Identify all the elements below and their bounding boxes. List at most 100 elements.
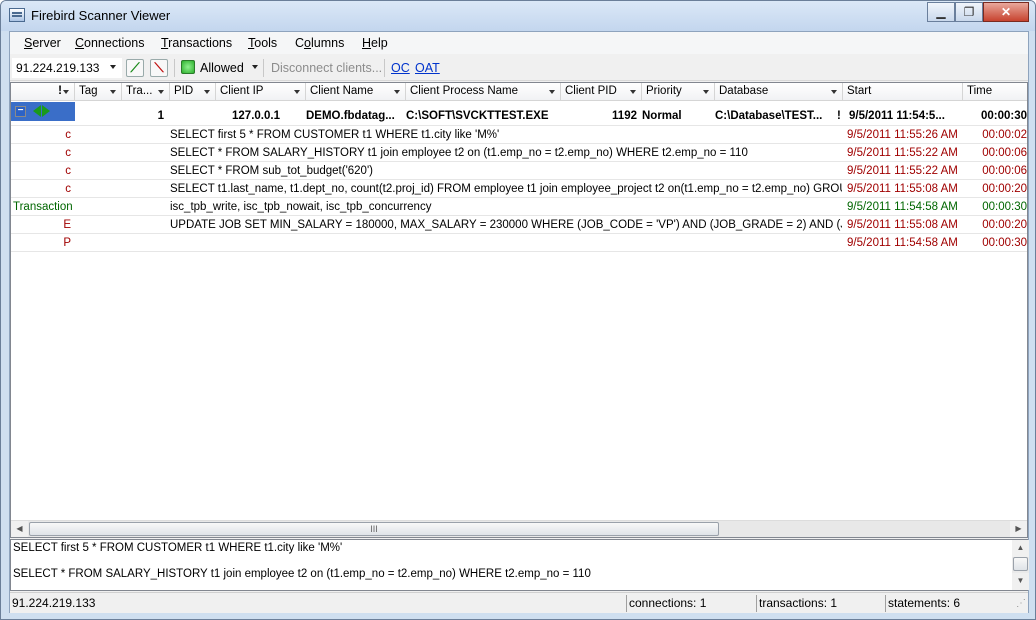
toolbar: 91.224.219.133 ⟋ ⟍ Allowed Disconnect cl… (10, 55, 1028, 81)
toolbar-separator (263, 59, 264, 77)
status-connections: connections: 1 (629, 596, 707, 610)
cell-time: 00:00:02 (982, 129, 1027, 141)
column-header-client-ip[interactable]: Client IP (216, 83, 306, 101)
column-header-time[interactable]: Time (963, 83, 1027, 101)
connections-grid[interactable]: ! Tag Tra... PID Client IP Client Name C… (10, 82, 1028, 538)
cell-sql: SELECT t1.last_name, t1.dept_no, count(t… (170, 183, 842, 195)
connect-icon[interactable]: ⟋ (126, 59, 144, 77)
cell-sql: SELECT first 5 * FROM CUSTOMER t1 WHERE … (170, 129, 500, 141)
allowed-label[interactable]: Allowed (200, 61, 244, 75)
cell-database: C:\Database\TEST... (715, 110, 823, 122)
status-server: 91.224.219.133 (12, 596, 96, 610)
menu-tools[interactable]: Tools (248, 36, 277, 50)
allowed-status-icon[interactable] (181, 60, 195, 74)
next-arrow-icon[interactable] (42, 105, 50, 117)
column-header-client-pid[interactable]: Client PID (561, 83, 642, 101)
toolbar-separator (174, 59, 175, 77)
cell-time: 00:00:30 (982, 237, 1027, 249)
prev-arrow-icon[interactable] (33, 105, 41, 117)
cell-start: 9/5/2011 11:55:22 AM (847, 165, 958, 177)
chevron-down-icon[interactable] (110, 65, 116, 69)
cell-client-ip: 127.0.0.1 (232, 110, 280, 122)
cell-time: 00:00:20 (982, 183, 1027, 195)
cell-time: 00:00:20 (982, 219, 1027, 231)
cell-start: 9/5/2011 11:55:26 AM (847, 129, 958, 141)
cell-tag: P (63, 237, 71, 249)
column-header-flag[interactable]: ! (11, 83, 75, 101)
cell-time: 00:00:30 (980, 110, 1027, 122)
column-header-client-name[interactable]: Client Name (306, 83, 406, 101)
oc-link[interactable]: OC (391, 61, 410, 75)
status-statements: statements: 6 (888, 596, 961, 610)
cell-client-name: DEMO.fbdatag... (306, 110, 395, 122)
cell-sql: SELECT * FROM sub_tot_budget('620') (170, 165, 373, 177)
cell-start: 9/5/2011 11:54:58 AM (847, 237, 958, 249)
cell-client-pid: 1192 (612, 110, 637, 122)
cell-tag: c (65, 129, 71, 141)
column-header-transaction[interactable]: Tra... (122, 83, 170, 101)
cell-tag: c (65, 183, 71, 195)
menu-server[interactable]: Server (24, 36, 61, 50)
column-header-client-process-name[interactable]: Client Process Name (406, 83, 561, 101)
sql-text-panel[interactable]: SELECT first 5 * FROM CUSTOMER t1 WHERE … (10, 539, 1029, 591)
cell-start: 9/5/2011 11:54:5... (849, 110, 945, 122)
column-header-tag[interactable]: Tag (75, 83, 122, 101)
scroll-left-icon[interactable]: ◀ (11, 521, 28, 537)
scroll-thumb[interactable]: III (29, 522, 719, 536)
menu-connections[interactable]: Connections (75, 36, 145, 50)
scroll-right-icon[interactable]: ▶ (1010, 521, 1027, 537)
cell-sql (170, 234, 842, 252)
cell-start: 9/5/2011 11:55:08 AM (847, 183, 958, 195)
disconnect-clients-button[interactable]: Disconnect clients... (271, 61, 382, 75)
cell-sql: SELECT * FROM SALARY_HISTORY t1 join emp… (170, 147, 748, 159)
column-header-start[interactable]: Start (843, 83, 963, 101)
cell-time: 00:00:06 (982, 147, 1027, 159)
resize-grip-icon[interactable]: ⋰ (1016, 598, 1026, 609)
cell-time: 00:00:30 (982, 201, 1027, 213)
toolbar-separator (384, 59, 385, 77)
column-header-priority[interactable]: Priority (642, 83, 715, 101)
cell-start: 9/5/2011 11:55:08 AM (847, 219, 958, 231)
cell-priority: Normal (642, 110, 682, 122)
status-bar: 91.224.219.133 connections: 1 transactio… (10, 592, 1028, 613)
allowed-dropdown-icon[interactable] (252, 65, 258, 69)
app-window: Firebird Scanner Viewer ▁ ❐ ✕ Server Con… (0, 0, 1036, 620)
menu-bar: Server Connections Transactions Tools Co… (10, 32, 1028, 54)
server-select[interactable]: 91.224.219.133 (12, 58, 122, 78)
cell-tag: E (63, 219, 71, 231)
maximize-button[interactable]: ❐ (955, 2, 983, 22)
collapse-icon[interactable]: − (15, 106, 26, 117)
cell-client-process: C:\SOFT\SVCKTTEST.EXE (406, 110, 549, 122)
cell-sql: isc_tpb_write, isc_tpb_nowait, isc_tpb_c… (170, 201, 432, 213)
menu-transactions[interactable]: Transactions (161, 36, 232, 50)
oat-link[interactable]: OAT (415, 61, 440, 75)
title-bar[interactable]: Firebird Scanner Viewer ▁ ❐ ✕ (1, 1, 1035, 31)
window-title: Firebird Scanner Viewer (31, 8, 171, 23)
close-button[interactable]: ✕ (983, 2, 1029, 22)
scroll-down-icon[interactable]: ▼ (1012, 573, 1029, 590)
cell-tag: c (65, 165, 71, 177)
scroll-thumb[interactable] (1013, 557, 1028, 571)
row-selection-highlight: − (11, 102, 75, 121)
sql-line: SELECT * FROM SALARY_HISTORY t1 join emp… (13, 568, 591, 580)
cell-sql: UPDATE JOB SET MIN_SALARY = 180000, MAX_… (170, 219, 842, 231)
cell-tag: c (65, 147, 71, 159)
cell-time: 00:00:06 (982, 165, 1027, 177)
scroll-up-icon[interactable]: ▲ (1012, 540, 1029, 557)
vertical-scrollbar[interactable]: ▲ ▼ (1012, 540, 1029, 590)
cell-tag: Transaction (13, 201, 73, 213)
column-header-pid[interactable]: PID (170, 83, 216, 101)
menu-columns[interactable]: Columns (295, 36, 344, 50)
client-area: Server Connections Transactions Tools Co… (9, 31, 1029, 613)
column-header-database[interactable]: Database (715, 83, 843, 101)
cell-database-extra: ! (837, 110, 841, 122)
status-transactions: transactions: 1 (759, 596, 838, 610)
cell-start: 9/5/2011 11:55:22 AM (847, 147, 958, 159)
disconnect-icon[interactable]: ⟍ (150, 59, 168, 77)
menu-help[interactable]: Help (362, 36, 388, 50)
cell-transaction: 1 (157, 110, 164, 122)
horizontal-scrollbar[interactable]: ◀ III ▶ (11, 520, 1027, 537)
app-icon (9, 8, 25, 22)
cell-start: 9/5/2011 11:54:58 AM (847, 201, 958, 213)
minimize-button[interactable]: ▁ (927, 2, 955, 22)
